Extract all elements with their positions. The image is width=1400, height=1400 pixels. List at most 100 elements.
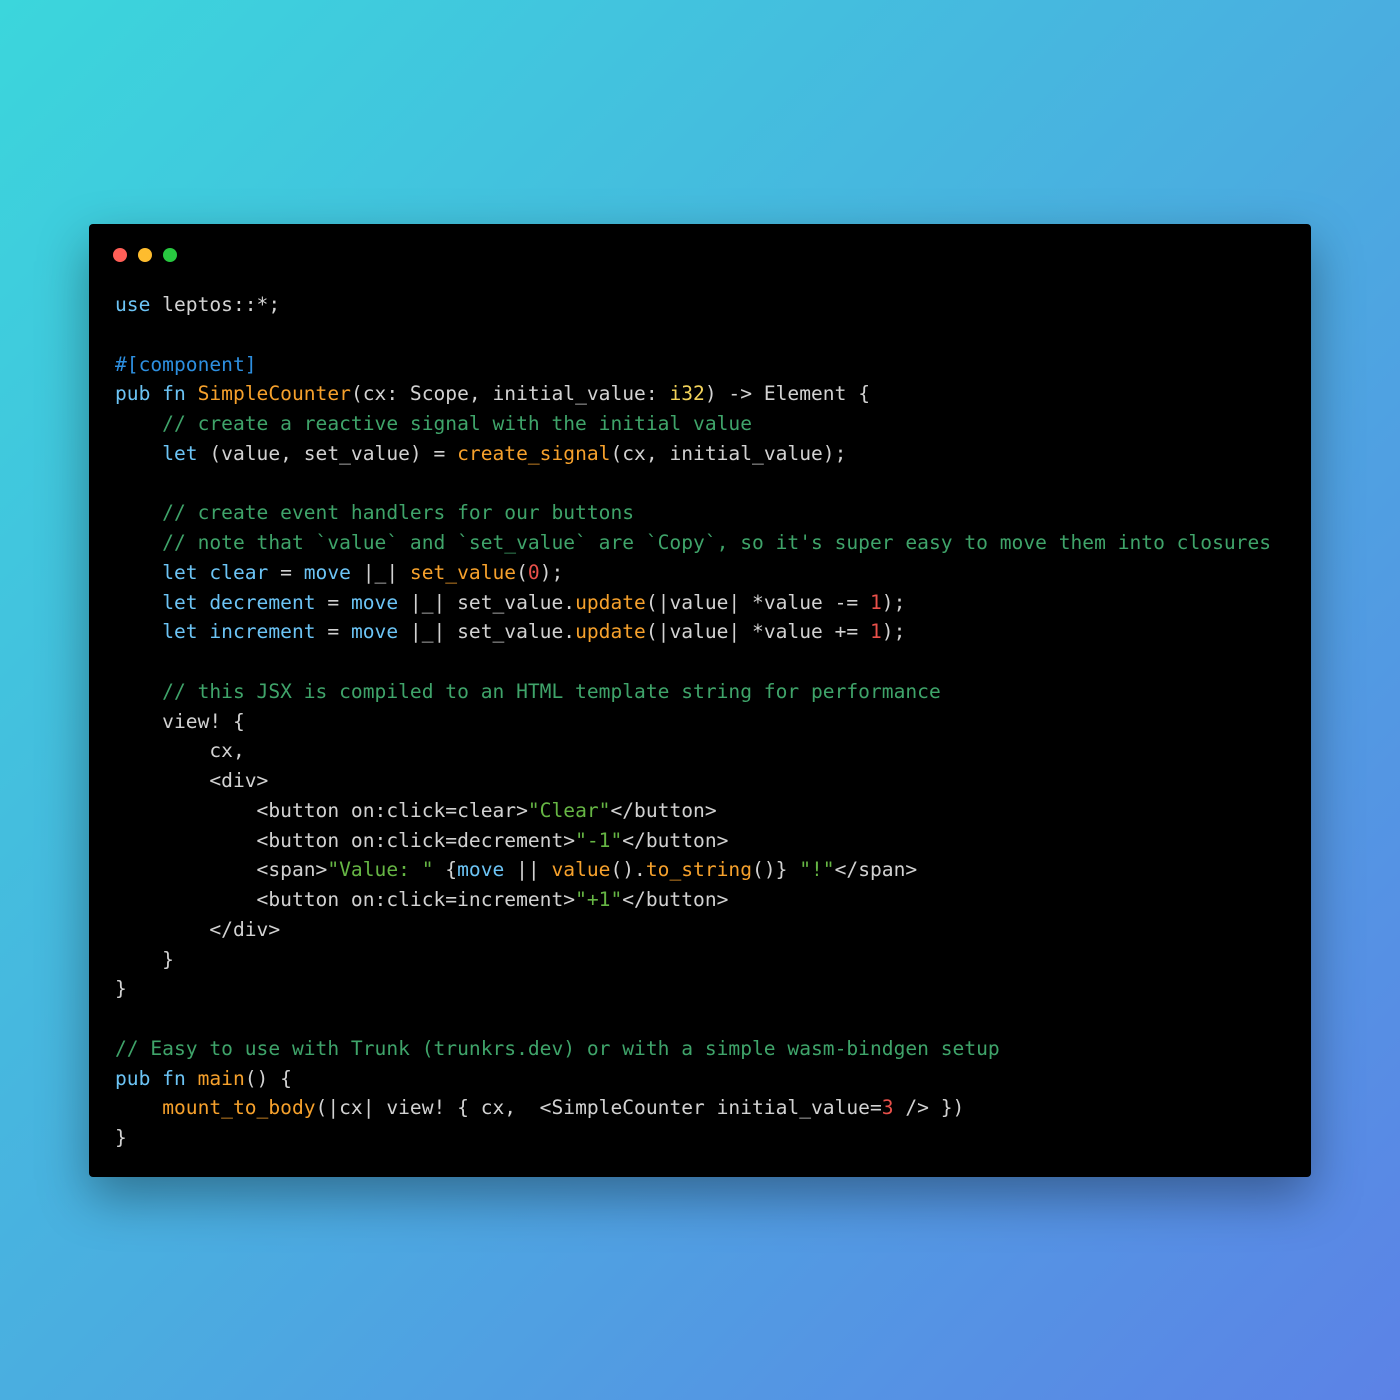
- number-literal: 0: [527, 560, 540, 584]
- code-line: }: [115, 974, 1271, 1004]
- string-literal: "!": [799, 858, 835, 882]
- code-text: }: [115, 1126, 127, 1149]
- code-text: /> }): [893, 1096, 965, 1120]
- code-text: <div>: [115, 769, 269, 792]
- number-literal: 3: [881, 1096, 894, 1120]
- code-text: );: [539, 560, 564, 584]
- keyword: move: [350, 590, 399, 614]
- code-text: =: [315, 620, 351, 644]
- code-line: view! {: [115, 707, 1271, 737]
- keyword: pub fn: [115, 382, 198, 406]
- comment: // create a reactive signal with the ini…: [115, 412, 753, 435]
- code-line: // this JSX is compiled to an HTML templ…: [115, 677, 1271, 707]
- code-line: // Easy to use with Trunk (trunkrs.dev) …: [115, 1034, 1271, 1064]
- code-line: <div>: [115, 766, 1271, 796]
- function-name: update: [575, 590, 646, 614]
- code-text: <button on:click=decrement>: [115, 828, 576, 852]
- keyword: let: [162, 441, 198, 465]
- string-literal: "+1": [575, 888, 623, 911]
- comment: // create event handlers for our buttons: [115, 501, 635, 525]
- code-line: }: [115, 945, 1271, 975]
- comment: // Easy to use with Trunk (trunkrs.dev) …: [115, 1036, 1000, 1060]
- keyword: let decrement: [162, 590, 316, 614]
- code-line: // create a reactive signal with the ini…: [115, 409, 1271, 439]
- code-text: {: [433, 858, 458, 882]
- code-text: () {: [244, 1066, 292, 1090]
- code-text: |_| set_value.: [398, 620, 576, 644]
- code-text: </button>: [622, 828, 729, 852]
- keyword: move: [303, 560, 351, 584]
- code-text: </button>: [610, 798, 717, 822]
- code-text: |_| set_value.: [398, 590, 576, 614]
- code-line: let decrement = move |_| set_value.updat…: [115, 588, 1271, 618]
- function-name: mount_to_body: [162, 1096, 316, 1120]
- code-line: #[component]: [115, 350, 1271, 380]
- function-name: update: [575, 620, 646, 644]
- code-text: <button on:click=clear>: [115, 798, 528, 822]
- code-text: <span>: [115, 858, 328, 882]
- number-literal: 1: [870, 590, 882, 614]
- keyword: move: [457, 858, 505, 882]
- code-line: pub fn main() {: [115, 1064, 1271, 1094]
- keyword: pub fn: [115, 1066, 198, 1090]
- code-text: </button>: [622, 888, 729, 911]
- code-text: }: [115, 947, 174, 971]
- code-line: // note that `value` and `set_value` are…: [115, 528, 1271, 558]
- code-text: view! {: [115, 709, 245, 733]
- code-line: }: [115, 1123, 1271, 1153]
- minimize-dot-icon[interactable]: [138, 248, 152, 262]
- code-line: <button on:click=decrement>"-1"</button>: [115, 826, 1271, 856]
- function-name: SimpleCounter: [197, 382, 351, 406]
- string-literal: "Clear": [527, 798, 611, 822]
- code-text: (cx: Scope, initial_value:: [350, 382, 670, 406]
- code-line: pub fn SimpleCounter(cx: Scope, initial_…: [115, 379, 1271, 409]
- type-name: i32: [669, 382, 705, 406]
- code-line: use leptos::*;: [115, 290, 1271, 320]
- string-literal: "Value: ": [327, 858, 434, 882]
- code-line: mount_to_body(|cx| view! { cx, <SimpleCo…: [115, 1093, 1271, 1123]
- code-text: ().: [610, 858, 646, 882]
- number-literal: 1: [870, 620, 882, 644]
- code-block: use leptos::*;#[component]pub fn SimpleC…: [115, 290, 1271, 1153]
- keyword: let clear: [162, 560, 269, 584]
- code-line: let increment = move |_| set_value.updat…: [115, 617, 1271, 647]
- attribute: #[component]: [115, 352, 257, 376]
- code-line: <button on:click=clear>"Clear"</button>: [115, 796, 1271, 826]
- function-name: main: [197, 1066, 245, 1090]
- keyword: let increment: [162, 620, 316, 644]
- function-name: create_signal: [457, 441, 611, 465]
- code-line: <span>"Value: " {move || value().to_stri…: [115, 855, 1271, 885]
- code-text: (|value| *value -=: [645, 590, 870, 614]
- function-name: value: [551, 858, 611, 882]
- code-text: =: [268, 560, 304, 584]
- code-text: (|value| *value +=: [645, 620, 870, 644]
- maximize-dot-icon[interactable]: [163, 248, 177, 262]
- keyword: move: [350, 620, 399, 644]
- comment: // note that `value` and `set_value` are…: [115, 531, 1272, 554]
- code-line: let (value, set_value) = create_signal(c…: [115, 439, 1271, 469]
- code-text: ) -> Element {: [704, 382, 870, 406]
- code-text: </div>: [115, 917, 281, 941]
- code-line: // create event handlers for our buttons: [115, 498, 1271, 528]
- code-window: use leptos::*;#[component]pub fn SimpleC…: [89, 224, 1311, 1177]
- code-text: leptos::*;: [150, 293, 281, 316]
- code-text: cx,: [115, 739, 245, 763]
- code-line: cx,: [115, 736, 1271, 766]
- code-line: let clear = move |_| set_value(0);: [115, 558, 1271, 588]
- code-text: }: [115, 977, 127, 1001]
- function-name: set_value: [409, 560, 517, 584]
- keyword: use: [115, 293, 151, 316]
- code-text: |_|: [350, 560, 410, 584]
- close-dot-icon[interactable]: [113, 248, 127, 262]
- comment: // this JSX is compiled to an HTML templ…: [115, 679, 941, 703]
- code-text: );: [881, 590, 906, 614]
- code-text: ||: [504, 858, 552, 882]
- code-text: (: [516, 560, 528, 584]
